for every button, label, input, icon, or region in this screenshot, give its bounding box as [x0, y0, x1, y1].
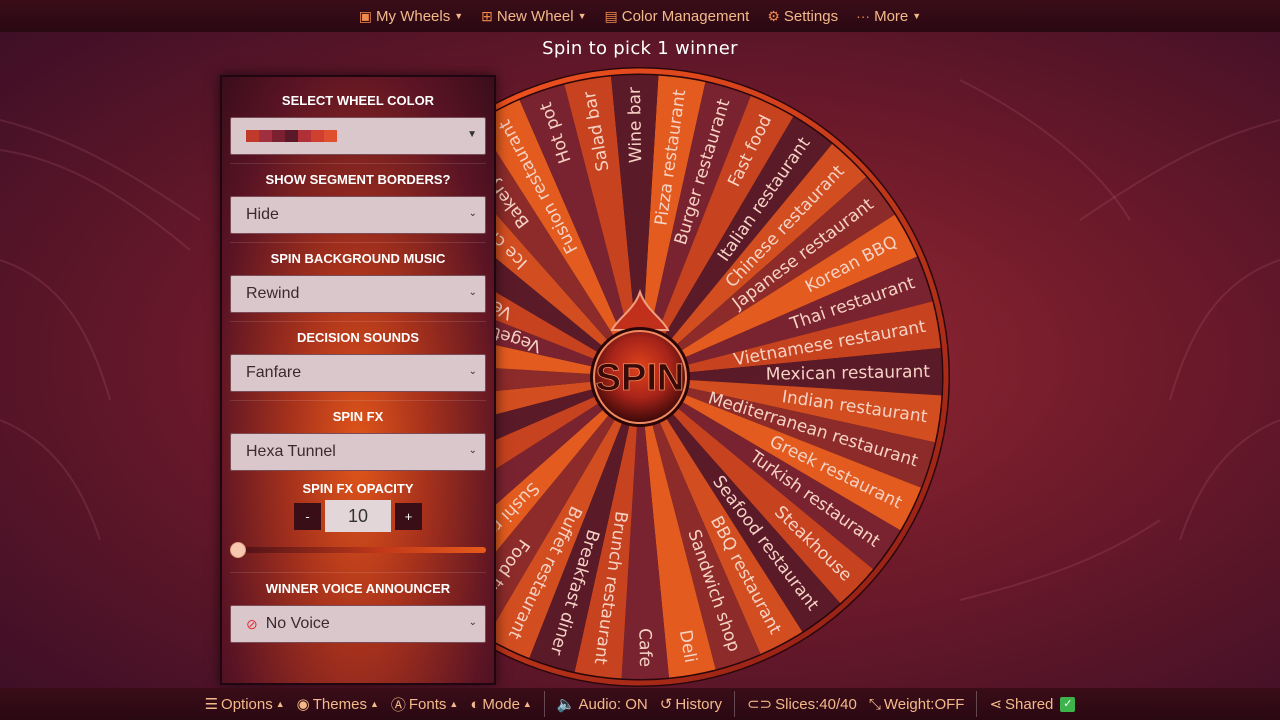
opacity-slider-thumb[interactable]: [230, 542, 246, 558]
caret-up-icon: ▲: [522, 699, 532, 709]
opacity-value[interactable]: 10: [325, 500, 391, 532]
opacity-increase-button[interactable]: +: [395, 502, 422, 530]
chevron-down-icon: ⌄: [468, 617, 477, 628]
share-icon: ⋖: [989, 696, 1003, 713]
weight-toggle[interactable]: ⤡ Weight:OFF: [869, 696, 965, 713]
slices-label: Slices:40/40: [775, 695, 857, 713]
chevron-down-icon: ⌄: [468, 208, 477, 219]
shared-button[interactable]: ⋖ Shared ✓: [989, 695, 1076, 713]
options-menu[interactable]: ☰ Options ▲: [204, 695, 285, 714]
voice-label: WINNER VOICE ANNOUNCER: [265, 581, 451, 596]
wheel-color-section: SELECT WHEEL COLOR ▼: [230, 93, 486, 164]
opacity-slider-track: [234, 547, 486, 553]
divider: [733, 691, 735, 717]
color-swatch: [311, 130, 324, 142]
voice-section: WINNER VOICE ANNOUNCER ⊘ No Voice ⌄: [230, 581, 486, 651]
options-label: Options: [221, 695, 273, 713]
divider: [976, 691, 978, 717]
borders-section: SHOW SEGMENT BORDERS? Hide ⌄: [230, 172, 486, 243]
history-button[interactable]: ↺ History: [659, 695, 722, 714]
caret-up-icon: ▲: [369, 699, 379, 709]
fonts-menu[interactable]: Ⓐ Fonts ▲: [391, 694, 458, 715]
color-swatch: [246, 130, 259, 142]
wheel-color-label: SELECT WHEEL COLOR: [281, 93, 435, 108]
opacity-decrease-button[interactable]: -: [294, 502, 321, 530]
music-label: SPIN BACKGROUND MUSIC: [270, 251, 446, 266]
voice-value: No Voice: [265, 615, 330, 632]
themes-label: Themes: [312, 695, 367, 713]
opacity-slider[interactable]: [230, 540, 486, 560]
palette-icon: ◉: [296, 696, 310, 713]
audio-label: Audio: ON: [578, 695, 648, 713]
wheel-segment-label: Wine bar: [625, 87, 646, 163]
audio-toggle[interactable]: 🔈 Audio: ON: [556, 695, 648, 714]
chevron-down-icon: ⌄: [468, 366, 477, 377]
color-swatch: [285, 130, 298, 142]
fonts-label: Fonts: [408, 695, 447, 713]
sounds-value: Fanfare: [246, 364, 302, 381]
spin-wheel[interactable]: Pizza restaurantBurger restaurantFast fo…: [0, 0, 1280, 720]
weight-label: Weight:OFF: [883, 695, 965, 713]
themes-menu[interactable]: ◉ Themes ▲: [296, 695, 379, 714]
chevron-down-icon: ⌄: [468, 445, 477, 456]
borders-label: SHOW SEGMENT BORDERS?: [265, 172, 451, 187]
color-swatch: [298, 130, 311, 142]
wheel-segment-label: Mexican restaurant: [766, 362, 931, 385]
resize-icon: ⤡: [868, 695, 881, 713]
opacity-stepper: - 10 +: [230, 500, 486, 532]
bottom-toolbar: ☰ Options ▲ ◉ Themes ▲ Ⓐ Fonts ▲ ◐ Mode …: [0, 688, 1280, 720]
music-select[interactable]: Rewind ⌄: [230, 275, 486, 313]
speaker-icon: 🔈: [556, 696, 576, 713]
borders-select[interactable]: Hide ⌄: [230, 196, 486, 234]
spin-button-label: SPIN: [596, 357, 685, 399]
settings-panel: SELECT WHEEL COLOR ▼ SHOW SEGMENT BORDER…: [220, 75, 496, 685]
color-swatch: [259, 130, 272, 142]
color-swatch: [272, 130, 285, 142]
wheel-color-select[interactable]: ▼: [230, 117, 486, 155]
font-icon: Ⓐ: [390, 696, 406, 714]
color-swatch: [324, 130, 337, 142]
slices-button[interactable]: ⊂⊃ Slices:40/40: [746, 695, 857, 714]
divider: [543, 691, 545, 717]
fx-label: SPIN FX: [332, 409, 384, 424]
music-value: Rewind: [246, 285, 300, 302]
shared-label: Shared: [1005, 695, 1054, 713]
color-swatches: [246, 130, 337, 142]
prohibited-icon: ⊘: [246, 615, 258, 632]
fx-section: SPIN FX Hexa Tunnel ⌄ SPIN FX OPACITY - …: [230, 409, 486, 573]
mode-menu[interactable]: ◐ Mode ▲: [470, 696, 532, 713]
borders-value: Hide: [246, 206, 279, 223]
toggle-icon: ⊂⊃: [746, 696, 773, 713]
voice-select[interactable]: ⊘ No Voice ⌄: [230, 605, 486, 643]
fx-value: Hexa Tunnel: [246, 443, 336, 460]
history-icon: ↺: [659, 696, 673, 713]
caret-up-icon: ▲: [275, 699, 285, 709]
sounds-label: DECISION SOUNDS: [296, 330, 420, 345]
chevron-down-icon: ⌄: [468, 287, 477, 298]
sounds-select[interactable]: Fanfare ⌄: [230, 354, 486, 392]
chevron-down-icon: ▼: [467, 129, 477, 140]
opacity-label: SPIN FX OPACITY: [302, 481, 414, 496]
fx-select[interactable]: Hexa Tunnel ⌄: [230, 433, 486, 471]
history-label: History: [675, 695, 722, 713]
caret-up-icon: ▲: [449, 699, 459, 709]
mode-label: Mode: [482, 695, 520, 713]
sounds-section: DECISION SOUNDS Fanfare ⌄: [230, 330, 486, 401]
music-section: SPIN BACKGROUND MUSIC Rewind ⌄: [230, 251, 486, 322]
check-icon: ✓: [1060, 696, 1076, 712]
mode-icon: ◐: [470, 695, 480, 713]
wheel-segment-label: Cafe: [634, 628, 655, 667]
sliders-icon: ☰: [204, 696, 219, 713]
